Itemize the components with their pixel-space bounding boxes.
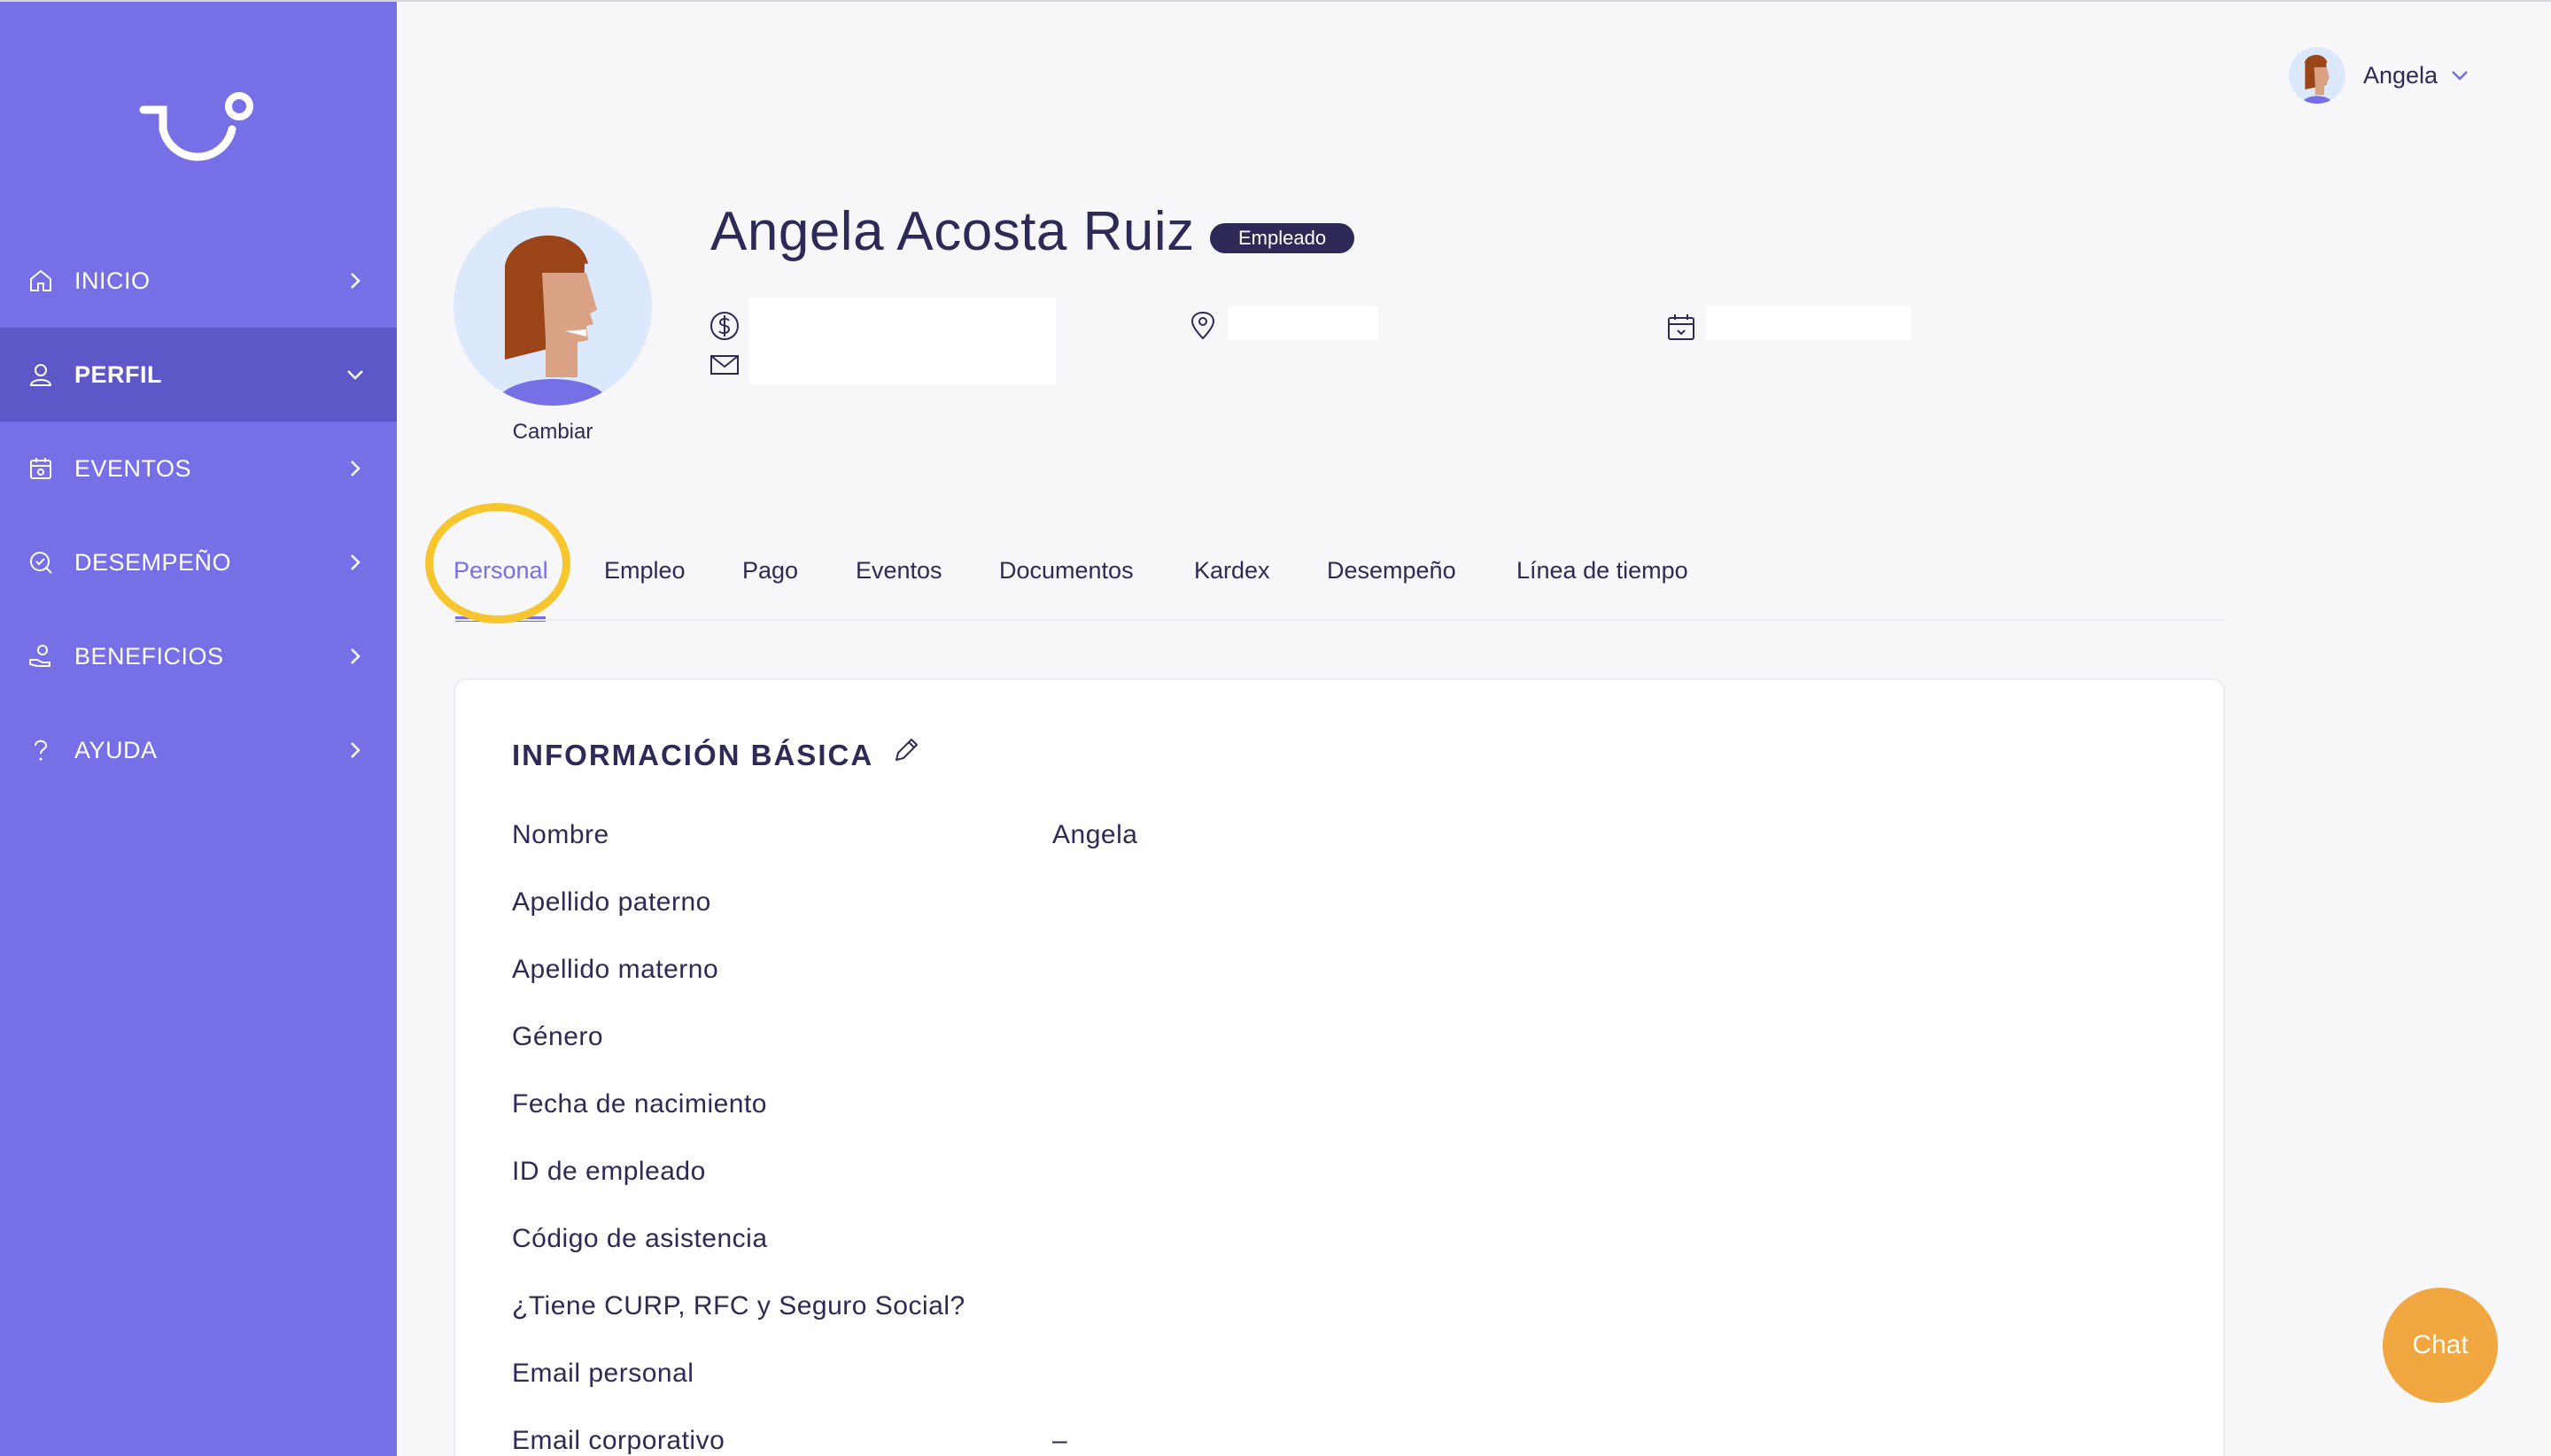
help-icon <box>35 740 48 761</box>
tabs-divider <box>454 619 2225 621</box>
user-name: Angela <box>2363 61 2439 89</box>
highlight-annotation <box>425 503 570 623</box>
sidebar-item-beneficios[interactable]: BENEFICIOS <box>0 609 397 703</box>
sidebar: INICIO PERFIL EVENTOS DESEMPEÑO BENEFICI… <box>0 2 397 1456</box>
status-badge: Empleado <box>1210 223 1355 253</box>
sidebar-item-perfil[interactable]: PERFIL <box>0 328 397 422</box>
change-photo-link[interactable]: Cambiar <box>454 420 652 445</box>
chat-button[interactable]: Chat <box>2383 1288 2498 1403</box>
field-label-genero: Género <box>512 1022 604 1051</box>
chevron-right-icon <box>351 461 361 476</box>
field-value-nombre: Angela <box>1052 820 1138 849</box>
location-pin-icon <box>1190 311 1215 340</box>
avatar-illustration <box>2301 54 2333 104</box>
calendar-icon <box>30 458 51 479</box>
field-label-apellido-materno: Apellido materno <box>512 955 719 984</box>
field-label-email-personal: Email personal <box>512 1359 694 1388</box>
field-value-email-corporativo: – <box>1052 1426 1068 1455</box>
calendar-icon <box>1668 314 1694 340</box>
chevron-down-icon <box>347 370 363 380</box>
sidebar-item-label: DESEMPEÑO <box>74 548 232 576</box>
tab-documentos[interactable]: Documentos <box>999 544 1134 597</box>
sidebar-item-eventos[interactable]: EVENTOS <box>0 422 397 515</box>
avatar <box>2289 47 2346 104</box>
user-icon <box>29 364 52 386</box>
field-label-fecha-nacimiento: Fecha de nacimiento <box>512 1089 767 1119</box>
tab-empleo[interactable]: Empleo <box>604 544 686 597</box>
redacted-date <box>1706 306 1911 340</box>
chevron-right-icon <box>351 648 361 664</box>
tab-linea-de-tiempo[interactable]: Línea de tiempo <box>1516 544 1688 597</box>
benefits-icon <box>29 645 50 667</box>
field-label-email-corporativo: Email corporativo <box>512 1426 725 1455</box>
basic-info-card: INFORMACIÓN BÁSICA Nombre Angela Apellid… <box>454 678 2225 1456</box>
sidebar-item-label: BENEFICIOS <box>74 642 224 670</box>
field-label-nombre: Nombre <box>512 820 609 849</box>
tab-kardex[interactable]: Kardex <box>1194 544 1270 597</box>
field-label-curp-rfc-nss: ¿Tiene CURP, RFC y Seguro Social? <box>512 1291 965 1320</box>
field-label-apellido-paterno: Apellido paterno <box>512 887 711 917</box>
user-menu[interactable]: Angela <box>2289 46 2484 105</box>
redacted-contact <box>749 298 1056 384</box>
sidebar-item-desempeno[interactable]: DESEMPEÑO <box>0 515 397 609</box>
field-label-id-empleado: ID de empleado <box>512 1157 706 1186</box>
sidebar-item-inicio[interactable]: INICIO <box>0 234 397 328</box>
brand-logo[interactable] <box>133 83 266 172</box>
tab-desempeno[interactable]: Desempeño <box>1327 544 1456 597</box>
avatar-illustration <box>494 235 611 406</box>
profile-tabs: Personal Empleo Pago Eventos Documentos … <box>439 531 2225 622</box>
sidebar-item-label: PERFIL <box>74 360 163 388</box>
profile-avatar <box>454 207 652 406</box>
sidebar-item-label: EVENTOS <box>74 454 192 482</box>
redacted-location <box>1228 306 1378 340</box>
chevron-right-icon <box>351 742 361 758</box>
sidebar-item-label: AYUDA <box>74 736 158 763</box>
dollar-icon <box>710 312 739 340</box>
field-label-codigo-asistencia: Código de asistencia <box>512 1224 768 1253</box>
tab-pago[interactable]: Pago <box>742 544 798 597</box>
mail-icon <box>710 355 739 375</box>
chevron-down-icon <box>2452 71 2468 81</box>
home-icon <box>30 270 51 291</box>
profile-name: Angela Acosta Ruiz <box>710 201 1195 262</box>
chevron-right-icon <box>351 554 361 570</box>
sidebar-item-ayuda[interactable]: AYUDA <box>0 703 397 797</box>
pencil-icon[interactable] <box>891 735 921 765</box>
chevron-right-icon <box>351 273 361 289</box>
performance-icon <box>30 552 52 574</box>
section-title: INFORMACIÓN BÁSICA <box>512 739 874 771</box>
tab-eventos[interactable]: Eventos <box>856 544 942 597</box>
sidebar-item-label: INICIO <box>74 267 151 294</box>
